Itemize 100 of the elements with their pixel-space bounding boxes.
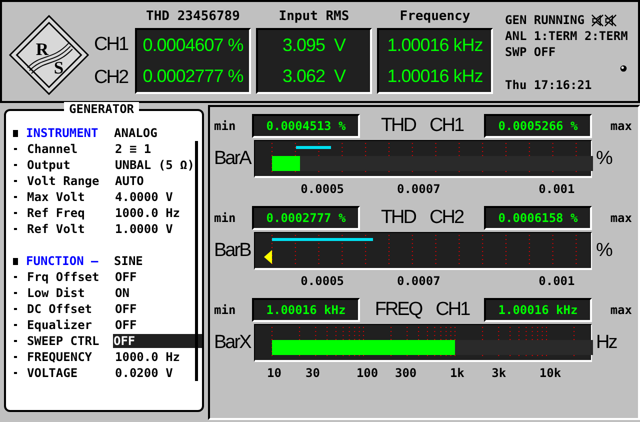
channel-label: CH1 xyxy=(94,34,128,56)
setting-value[interactable]: 0.0200 V xyxy=(115,366,175,380)
item-dash-icon xyxy=(14,292,17,294)
section-value[interactable]: SINE xyxy=(114,254,145,268)
panel-title: GENERATOR xyxy=(64,102,140,116)
scrollbar[interactable] xyxy=(195,141,198,381)
scale-label: 0.0005 xyxy=(300,274,344,288)
max-label: max xyxy=(609,119,632,133)
setting-label[interactable]: FREQUENCY xyxy=(27,350,115,364)
reading-value: 3.095 V xyxy=(282,35,346,56)
item-dash-icon xyxy=(14,228,17,230)
setting-value[interactable]: 1.0000 V xyxy=(115,222,175,236)
scale-label: 30 xyxy=(306,366,320,380)
reading-value: 3.062 V xyxy=(282,66,346,87)
reading-value: 0.0004607 % xyxy=(142,35,244,56)
setting-label[interactable]: SWEEP CTRL xyxy=(26,334,114,348)
setting-value[interactable]: 2 ≡ 1 xyxy=(115,142,154,156)
scale-label: 300 xyxy=(394,366,417,380)
reading-value: 1.00016 kHz xyxy=(387,66,483,87)
setting-label[interactable]: DC Offset xyxy=(27,302,115,316)
scale-label: 0.0007 xyxy=(396,182,440,196)
scale-label: 100 xyxy=(356,366,378,380)
clock-time: Thu 17:16:21 xyxy=(505,77,593,93)
column-title: Frequency xyxy=(398,8,472,26)
status-text: GEN RUNNING xyxy=(505,12,584,28)
item-dash-icon xyxy=(14,356,17,358)
min-max-range-line xyxy=(296,146,331,149)
section-heading[interactable]: FUNCTION – xyxy=(26,254,114,268)
underrange-arrow-icon xyxy=(264,250,272,264)
status-text: SWP OFF xyxy=(505,44,556,60)
section-bullet-icon xyxy=(13,130,18,136)
item-dash-icon xyxy=(14,276,17,278)
section-value[interactable]: ANALOG xyxy=(114,126,160,140)
section-heading[interactable]: INSTRUMENT xyxy=(26,126,114,140)
setting-value[interactable]: OFF xyxy=(115,302,139,316)
scale-label: 10k xyxy=(539,366,562,380)
bar-name: BarX xyxy=(214,332,252,354)
setting-label[interactable]: Max Volt xyxy=(27,190,115,204)
setting-label[interactable]: Ref Volt xyxy=(27,222,115,236)
setting-label[interactable]: Volt Range xyxy=(27,174,115,188)
min-label: min xyxy=(214,211,237,225)
item-dash-icon xyxy=(14,372,17,374)
item-dash-icon xyxy=(14,148,17,150)
item-dash-icon xyxy=(14,324,17,326)
setting-label[interactable]: Frq Offset xyxy=(27,270,115,284)
scale-label: 10 xyxy=(266,366,282,380)
section-bullet-icon xyxy=(13,258,18,264)
max-label: max xyxy=(609,303,632,317)
scale-label: 0.0005 xyxy=(300,182,344,196)
setting-label[interactable]: VOLTAGE xyxy=(27,366,115,380)
scale-label: 3k xyxy=(492,366,506,380)
indicator-icon xyxy=(619,64,628,73)
item-dash-icon xyxy=(14,180,17,182)
setting-value[interactable]: OFF xyxy=(115,318,139,332)
channel-label: CH2 xyxy=(430,207,464,229)
setting-value[interactable]: 4.0000 V xyxy=(115,190,175,204)
item-dash-icon xyxy=(14,212,17,214)
setting-value[interactable]: 1000.0 Hz xyxy=(115,350,182,364)
min-label: min xyxy=(214,303,237,317)
bar-name: BarA xyxy=(214,148,252,170)
column-title: THD 23456789 xyxy=(145,8,241,26)
channel-label: CH1 xyxy=(436,299,470,321)
scale-label: 0.001 xyxy=(538,182,575,196)
logo-icon: R S xyxy=(8,14,90,96)
min-value-display: 0.0004513 % xyxy=(252,114,360,138)
reading-value: 1.00016 kHz xyxy=(387,35,483,56)
item-dash-icon xyxy=(14,196,17,198)
scale-label: 0.0007 xyxy=(396,274,440,288)
min-value-display: 1.00016 kHz xyxy=(252,298,360,322)
setting-label[interactable]: Ref Freq xyxy=(27,206,115,220)
column-title: Input RMS xyxy=(278,8,350,26)
scale-label: 1k xyxy=(450,366,464,380)
setting-value[interactable]: ON xyxy=(115,286,132,300)
scale-label: 0.001 xyxy=(538,274,575,288)
item-dash-icon xyxy=(14,308,17,310)
setting-value[interactable]: UNBAL (5 Ω) xyxy=(115,158,196,172)
setting-value[interactable]: OFF xyxy=(115,270,139,284)
bar-name: BarB xyxy=(214,240,252,262)
muted-speaker-icon xyxy=(590,14,618,26)
setting-label[interactable]: Channel xyxy=(27,142,115,156)
min-label: min xyxy=(214,119,237,133)
reading-value: 0.0002777 % xyxy=(142,66,244,87)
bar-title: FREQ xyxy=(374,299,422,321)
setting-label[interactable]: Output xyxy=(27,158,115,172)
unit-label: % xyxy=(596,148,612,170)
setting-value[interactable]: OFF xyxy=(113,334,202,348)
unit-label: Hz xyxy=(596,332,616,354)
unit-label: % xyxy=(596,240,612,262)
max-value-display: 1.00016 kHz xyxy=(484,298,592,322)
item-dash-icon xyxy=(14,164,17,166)
channel-label: CH1 xyxy=(430,115,464,137)
setting-label[interactable]: Low Dist xyxy=(27,286,115,300)
max-value-display: 0.0006158 % xyxy=(484,206,592,230)
setting-value[interactable]: AUTO xyxy=(115,174,146,188)
status-text: ANL 1:TERM 2:TERM xyxy=(505,28,628,44)
max-value-display: 0.0005266 % xyxy=(484,114,592,138)
setting-value[interactable]: 1000.0 Hz xyxy=(115,206,182,220)
channel-label: CH2 xyxy=(94,66,128,88)
setting-label[interactable]: Equalizer xyxy=(27,318,115,332)
min-value-display: 0.0002777 % xyxy=(252,206,360,230)
